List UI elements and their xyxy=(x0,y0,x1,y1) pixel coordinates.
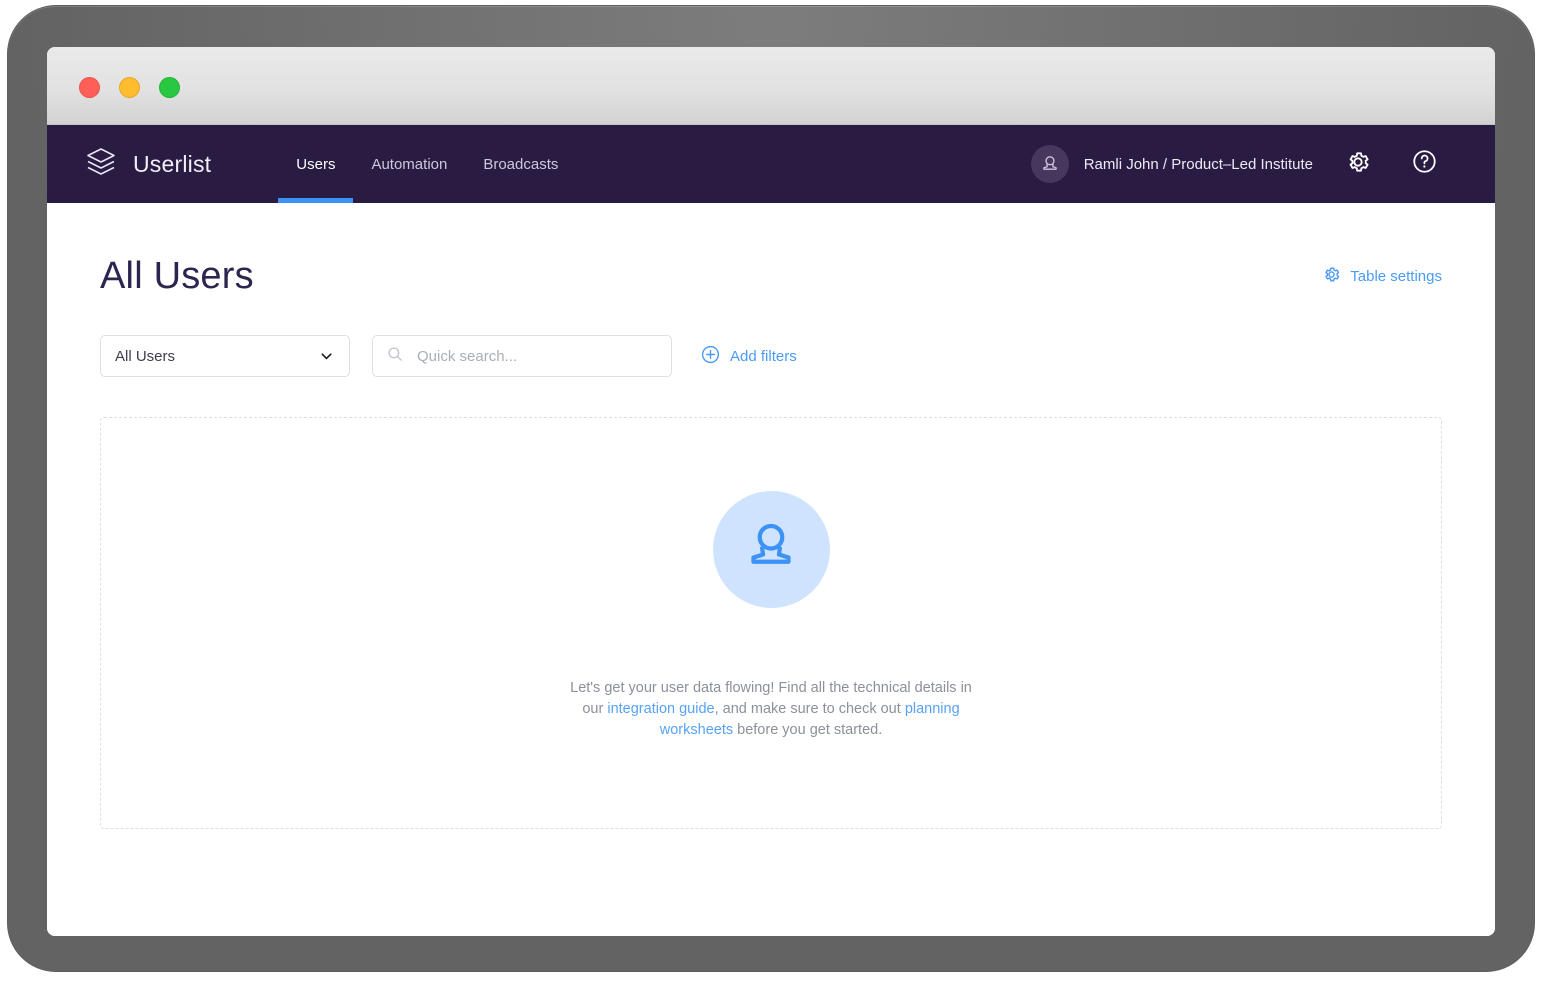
empty-text-part-3: before you get started. xyxy=(733,722,882,738)
app-window: Userlist Users Automation Broadcasts xyxy=(47,47,1495,936)
traffic-lights xyxy=(79,77,180,98)
nav-tab-users[interactable]: Users xyxy=(278,125,353,203)
brand-name: Userlist xyxy=(133,151,211,178)
filter-toolbar: All Users xyxy=(100,335,1442,377)
nav-tabs: Users Automation Broadcasts xyxy=(278,125,576,203)
empty-state-panel: Let's get your user data flowing! Find a… xyxy=(100,417,1442,829)
empty-text-part-2: , and make sure to check out xyxy=(715,701,905,717)
page-title: All Users xyxy=(100,255,254,298)
account-name: Ramli John / Product–Led Institute xyxy=(1084,156,1313,173)
integration-guide-link[interactable]: integration guide xyxy=(607,701,714,717)
gear-icon xyxy=(1345,149,1371,180)
minimize-button[interactable] xyxy=(119,77,140,98)
plus-circle-icon xyxy=(700,344,721,369)
chevron-down-icon xyxy=(318,348,335,365)
nav-tab-users-label: Users xyxy=(296,156,335,173)
page-header: All Users Table settings xyxy=(100,203,1442,298)
nav-tab-broadcasts-label: Broadcasts xyxy=(483,156,558,173)
nav-tab-automation-label: Automation xyxy=(371,156,447,173)
segment-select-value: All Users xyxy=(115,348,175,365)
empty-state-illustration xyxy=(713,491,830,608)
settings-button[interactable] xyxy=(1337,143,1379,185)
main-navigation-bar: Userlist Users Automation Broadcasts xyxy=(47,125,1495,203)
add-filters-button[interactable]: Add filters xyxy=(700,344,797,369)
add-filters-label: Add filters xyxy=(730,348,797,365)
empty-state-message: Let's get your user data flowing! Find a… xyxy=(561,678,981,741)
window-title-bar xyxy=(47,47,1495,125)
user-outline-icon xyxy=(741,517,801,582)
zoom-button[interactable] xyxy=(159,77,180,98)
account-menu[interactable]: Ramli John / Product–Led Institute xyxy=(1031,145,1313,183)
table-settings-button[interactable]: Table settings xyxy=(1322,265,1442,288)
search-field-wrapper[interactable] xyxy=(372,335,672,377)
nav-right-group: Ramli John / Product–Led Institute xyxy=(1031,143,1445,185)
avatar xyxy=(1031,145,1069,183)
table-settings-label: Table settings xyxy=(1350,268,1442,285)
close-button[interactable] xyxy=(79,77,100,98)
search-input[interactable] xyxy=(415,347,658,366)
help-button[interactable] xyxy=(1403,143,1445,185)
layers-stack-icon xyxy=(82,143,120,186)
brand-logo[interactable]: Userlist xyxy=(82,143,211,186)
page-content: All Users Table settings All Users xyxy=(47,203,1495,936)
nav-tab-broadcasts[interactable]: Broadcasts xyxy=(465,125,576,203)
search-icon xyxy=(386,345,404,368)
question-circle-icon xyxy=(1411,148,1438,180)
segment-select[interactable]: All Users xyxy=(100,335,350,377)
gear-icon xyxy=(1322,265,1341,288)
nav-tab-automation[interactable]: Automation xyxy=(353,125,465,203)
